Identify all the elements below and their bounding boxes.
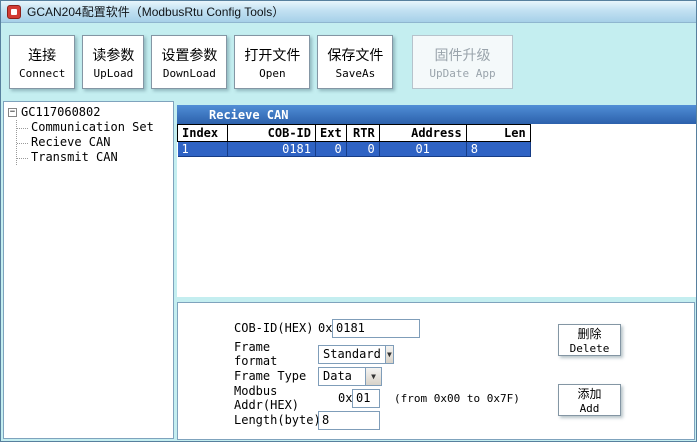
col-index: Index — [178, 125, 228, 142]
chevron-down-icon[interactable]: ▼ — [385, 346, 393, 363]
open-label-zh: 打开文件 — [244, 45, 300, 65]
frame-format-select[interactable]: Standard ▼ — [318, 345, 394, 364]
connect-label-en: Connect — [19, 67, 65, 80]
device-tree: − GC117060802 Communication Set Recieve … — [3, 101, 174, 439]
open-button[interactable]: 打开文件 Open — [234, 35, 310, 89]
col-rtr: RTR — [346, 125, 379, 142]
modbus-addr-row: Modbus Addr(HEX) 0x (from 0x00 to 0x7F) — [234, 388, 520, 408]
cob-id-input[interactable] — [332, 319, 420, 338]
length-label: Length(byte) — [234, 413, 318, 427]
tree-root-label[interactable]: GC117060802 — [21, 105, 100, 120]
frame-type-select[interactable]: Data ▼ — [318, 367, 382, 386]
delete-label-en: Delete — [570, 342, 610, 355]
delete-label-zh: 删除 — [577, 325, 601, 342]
col-address: Address — [379, 125, 466, 142]
recieve-can-header: Recieve CAN — [177, 105, 696, 124]
app-window: GCAN204配置软件（ModbusRtu Config Tools） 连接 C… — [0, 0, 697, 442]
modbus-addr-hex-prefix: 0x — [338, 391, 352, 405]
tree-item-recieve-can[interactable]: Recieve CAN — [17, 135, 173, 150]
update-app-label-en: UpDate App — [429, 67, 495, 80]
modbus-addr-range-hint: (from 0x00 to 0x7F) — [394, 392, 520, 405]
download-button[interactable]: 设置参数 DownLoad — [151, 35, 227, 89]
app-icon — [7, 5, 21, 19]
cell-index: 1 — [178, 142, 228, 157]
add-label-zh: 添加 — [577, 385, 601, 402]
upload-label-en: UpLoad — [93, 67, 133, 80]
chevron-down-icon[interactable]: ▼ — [365, 368, 381, 385]
upload-button[interactable]: 读参数 UpLoad — [82, 35, 144, 89]
col-cob-id: COB-ID — [228, 125, 316, 142]
frame-type-label: Frame Type — [234, 369, 318, 383]
add-label-en: Add — [580, 402, 600, 415]
saveas-label-en: SaveAs — [335, 67, 375, 80]
cell-len: 8 — [466, 142, 530, 157]
frame-format-value: Standard — [319, 346, 385, 363]
cob-id-row: COB-ID(HEX) 0x — [234, 318, 420, 338]
cob-id-label: COB-ID(HEX) — [234, 321, 318, 335]
modbus-addr-input[interactable] — [352, 389, 380, 408]
delete-button[interactable]: 删除 Delete — [558, 324, 621, 356]
title-bar[interactable]: GCAN204配置软件（ModbusRtu Config Tools） — [1, 1, 696, 23]
cell-address: 01 — [379, 142, 466, 157]
download-label-en: DownLoad — [163, 67, 216, 80]
frame-type-value: Data — [319, 368, 365, 385]
cell-ext: 0 — [316, 142, 347, 157]
length-row: Length(byte) — [234, 410, 380, 430]
frame-format-row: Frame format Standard ▼ — [234, 344, 394, 364]
cob-id-hex-prefix: 0x — [318, 321, 332, 335]
connect-button[interactable]: 连接 Connect — [9, 35, 75, 89]
saveas-button[interactable]: 保存文件 SaveAs — [317, 35, 393, 89]
edit-form-panel: COB-ID(HEX) 0x Frame format Standard ▼ F… — [177, 302, 695, 440]
toolbar: 连接 Connect 读参数 UpLoad 设置参数 DownLoad 打开文件… — [1, 23, 696, 101]
table-row[interactable]: 1 0181 0 0 01 8 — [178, 142, 531, 157]
tree-collapse-icon[interactable]: − — [8, 108, 17, 117]
tree-children: Communication Set Recieve CAN Transmit C… — [16, 120, 173, 165]
can-table-header-row: Index COB-ID Ext RTR Address Len — [178, 125, 531, 142]
tree-item-transmit-can[interactable]: Transmit CAN — [17, 150, 173, 165]
update-app-label-zh: 固件升级 — [434, 45, 490, 65]
saveas-label-zh: 保存文件 — [327, 45, 383, 65]
recieve-can-header-label: Recieve CAN — [209, 108, 288, 122]
can-table: Index COB-ID Ext RTR Address Len 1 0181 … — [177, 124, 531, 157]
tree-root-node[interactable]: − GC117060802 — [8, 105, 173, 120]
update-app-button: 固件升级 UpDate App — [412, 35, 512, 89]
cell-cob-id: 0181 — [228, 142, 316, 157]
add-button[interactable]: 添加 Add — [558, 384, 621, 416]
tree-item-communication-set[interactable]: Communication Set — [17, 120, 173, 135]
download-label-zh: 设置参数 — [161, 45, 217, 65]
frame-format-label: Frame format — [234, 340, 318, 368]
open-label-en: Open — [259, 67, 286, 80]
cell-rtr: 0 — [346, 142, 379, 157]
modbus-addr-label: Modbus Addr(HEX) — [234, 384, 338, 412]
col-ext: Ext — [316, 125, 347, 142]
connect-label-zh: 连接 — [28, 45, 56, 65]
upload-label-zh: 读参数 — [92, 45, 134, 65]
can-table-area: Index COB-ID Ext RTR Address Len 1 0181 … — [177, 124, 696, 297]
frame-type-row: Frame Type Data ▼ — [234, 366, 382, 386]
length-input[interactable] — [318, 411, 380, 430]
col-len: Len — [466, 125, 530, 142]
window-title: GCAN204配置软件（ModbusRtu Config Tools） — [27, 3, 284, 20]
